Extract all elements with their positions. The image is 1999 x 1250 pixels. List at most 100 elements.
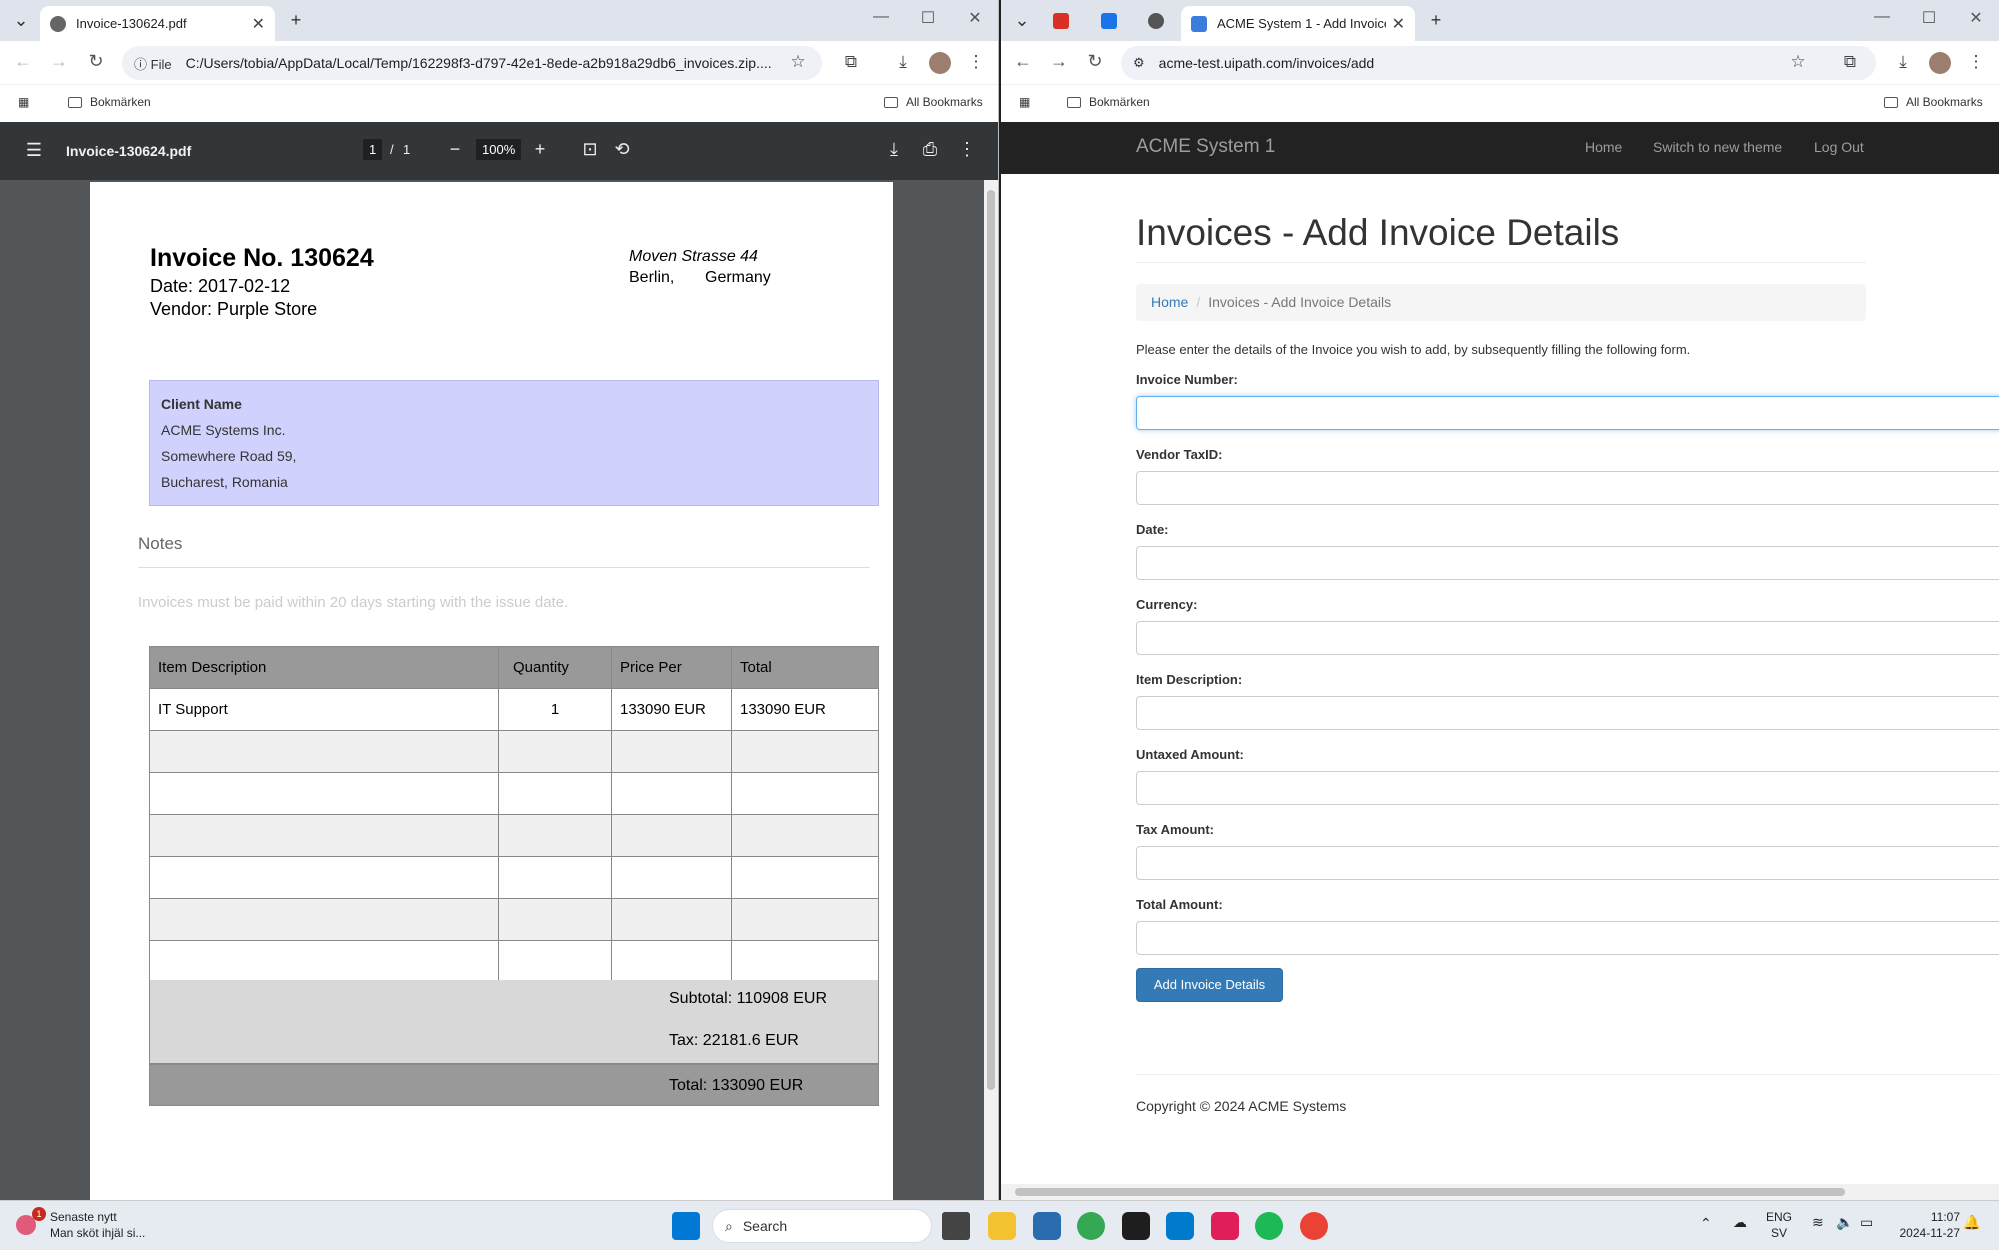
back-icon[interactable]: ← (11, 51, 35, 72)
total-amount-input[interactable] (1136, 921, 1999, 955)
chatgpt-tab-icon[interactable] (1148, 13, 1164, 29)
vscode-icon[interactable] (1166, 1212, 1194, 1240)
zoom-out-icon[interactable]: − (443, 139, 467, 160)
zoom-input[interactable]: 100% (476, 139, 522, 160)
close-tab-icon[interactable]: ✕ (1392, 14, 1405, 34)
nav-switch-theme[interactable]: Switch to new theme (1653, 139, 1782, 155)
new-tab-icon[interactable]: + (1424, 8, 1448, 32)
forward-icon[interactable]: → (47, 51, 71, 72)
slack-icon[interactable] (1211, 1212, 1239, 1240)
breadcrumb: Home / Invoices - Add Invoice Details (1136, 284, 1866, 321)
reload-icon[interactable]: ↻ (84, 51, 108, 72)
back-icon[interactable]: ← (1011, 51, 1035, 72)
tab-invoice-pdf[interactable]: Invoice-130624.pdf ✕ (40, 6, 275, 41)
apps-icon[interactable]: ▦ (18, 95, 29, 109)
new-tab-icon[interactable]: + (284, 8, 308, 32)
chrome-profile-icon[interactable] (1300, 1212, 1328, 1240)
calendar-tab-icon[interactable] (1101, 13, 1117, 29)
tax-amount-input[interactable] (1136, 846, 1999, 880)
currency-input[interactable] (1136, 621, 1999, 655)
gmail-tab-icon[interactable] (1053, 13, 1069, 29)
extensions-icon[interactable]: ⧉ (840, 52, 862, 72)
print-icon[interactable]: ⎙ (918, 139, 942, 160)
copyright: Copyright © 2024 ACME Systems (1136, 1098, 1347, 1114)
untaxed-amount-input[interactable] (1136, 771, 1999, 805)
downloads-icon[interactable]: ⤓ (892, 52, 914, 72)
profile-avatar[interactable] (929, 52, 951, 74)
date-input[interactable] (1136, 546, 1999, 580)
onedrive-icon[interactable]: ☁ (1733, 1214, 1747, 1230)
minimize-icon[interactable]: — (1867, 8, 1897, 26)
close-tab-icon[interactable]: ✕ (252, 14, 265, 34)
add-invoice-button[interactable]: Add Invoice Details (1136, 968, 1283, 1002)
battery-icon[interactable]: ▭ (1860, 1214, 1873, 1230)
clock[interactable]: 11:07 2024-11-27 (1890, 1209, 1961, 1241)
profile-avatar[interactable] (1929, 52, 1951, 74)
vendor-taxid-input[interactable] (1136, 471, 1999, 505)
tab-search-icon[interactable]: ⌄ (1010, 8, 1034, 32)
pdf-page: Invoice No. 130624 Date: 2017-02-12 Vend… (90, 182, 893, 1200)
spotify-icon[interactable] (1255, 1212, 1283, 1240)
horizontal-scrollbar[interactable] (1001, 1184, 1999, 1200)
apps-icon[interactable]: ▦ (1019, 95, 1030, 109)
item-description-input[interactable] (1136, 696, 1999, 730)
scrollbar-thumb[interactable] (1015, 1188, 1845, 1196)
scrollbar-thumb[interactable] (987, 190, 995, 1090)
acme-content: Invoices - Add Invoice Details Home / Invo… (1001, 174, 1999, 1184)
file-explorer-icon[interactable] (988, 1212, 1016, 1240)
tab-title: ACME System 1 - Add Invoice D (1217, 16, 1386, 31)
maximize-icon[interactable]: ☐ (913, 8, 943, 28)
extensions-icon[interactable]: ⧉ (1839, 52, 1861, 72)
news-widget[interactable]: Senaste nytt Man sköt ihjäl si... (50, 1209, 145, 1241)
page-number-input[interactable]: 1 (363, 139, 383, 160)
forward-icon[interactable]: → (1047, 51, 1071, 72)
fit-page-icon[interactable]: ⊡ (578, 139, 602, 160)
bookmark-star-icon[interactable]: ☆ (1787, 52, 1809, 72)
menu-icon[interactable]: ⋮ (1965, 52, 1987, 72)
volume-icon[interactable]: 🔈 (1836, 1214, 1853, 1230)
invoice-number-input[interactable] (1136, 396, 1999, 430)
chrome-icon[interactable] (1077, 1212, 1105, 1240)
taskbar-search[interactable]: ⌕ Search (712, 1209, 932, 1243)
notification-bell-icon[interactable]: 🔔 (1963, 1214, 1980, 1230)
terminal-icon[interactable] (1122, 1212, 1150, 1240)
reload-icon[interactable]: ↻ (1083, 51, 1107, 72)
tray-overflow-icon[interactable]: ⌃ (1700, 1215, 1712, 1231)
pdf-more-icon[interactable]: ⋮ (955, 139, 979, 160)
bookmarks-bar: ▦ Bokmärken All Bookmarks (1001, 85, 1999, 122)
close-window-icon[interactable]: ✕ (960, 8, 990, 28)
brand-link[interactable]: ACME System 1 (1136, 136, 1275, 158)
all-bookmarks[interactable]: All Bookmarks (884, 95, 983, 109)
bookmark-folder[interactable]: Bokmärken (1067, 95, 1150, 109)
minimize-icon[interactable]: — (866, 8, 896, 26)
store-icon[interactable] (1033, 1212, 1061, 1240)
pdf-viewport[interactable]: Invoice No. 130624 Date: 2017-02-12 Vend… (0, 180, 998, 1200)
windows-start-icon[interactable] (672, 1212, 700, 1240)
hamburger-menu-icon[interactable]: ☰ (22, 140, 46, 161)
maximize-icon[interactable]: ☐ (1914, 8, 1944, 28)
site-info-icon[interactable]: ⚙ (1133, 55, 1145, 71)
address-bar[interactable]: ⓘ File C:/Users/tobia/AppData/Local/Temp… (122, 46, 822, 80)
pdf-scrollbar[interactable] (984, 180, 998, 1200)
pdf-download-icon[interactable]: ⤓ (882, 139, 906, 160)
page-title: Invoices - Add Invoice Details (1136, 212, 1620, 253)
address-bar[interactable]: ⚙ acme-test.uipath.com/invoices/add (1121, 46, 1876, 80)
zoom-in-icon[interactable]: + (528, 139, 552, 160)
language-indicator[interactable]: ENG SV (1766, 1209, 1792, 1241)
downloads-icon[interactable]: ⤓ (1892, 52, 1914, 72)
file-chip[interactable]: ⓘ File (134, 54, 172, 73)
rotate-icon[interactable]: ⟲ (610, 139, 634, 160)
col-header: Quantity (498, 646, 612, 689)
menu-icon[interactable]: ⋮ (965, 52, 987, 72)
task-view-icon[interactable] (942, 1212, 970, 1240)
breadcrumb-home[interactable]: Home (1151, 294, 1188, 310)
bookmark-folder[interactable]: Bokmärken (68, 95, 151, 109)
tab-acme[interactable]: ACME System 1 - Add Invoice D ✕ (1181, 6, 1415, 41)
nav-logout[interactable]: Log Out (1814, 139, 1864, 155)
close-window-icon[interactable]: ✕ (1961, 8, 1991, 28)
nav-home[interactable]: Home (1585, 139, 1622, 155)
bookmark-star-icon[interactable]: ☆ (787, 52, 809, 72)
tab-search-icon[interactable]: ⌄ (9, 8, 33, 32)
wifi-icon[interactable]: ≋ (1812, 1214, 1824, 1230)
all-bookmarks[interactable]: All Bookmarks (1884, 95, 1983, 109)
